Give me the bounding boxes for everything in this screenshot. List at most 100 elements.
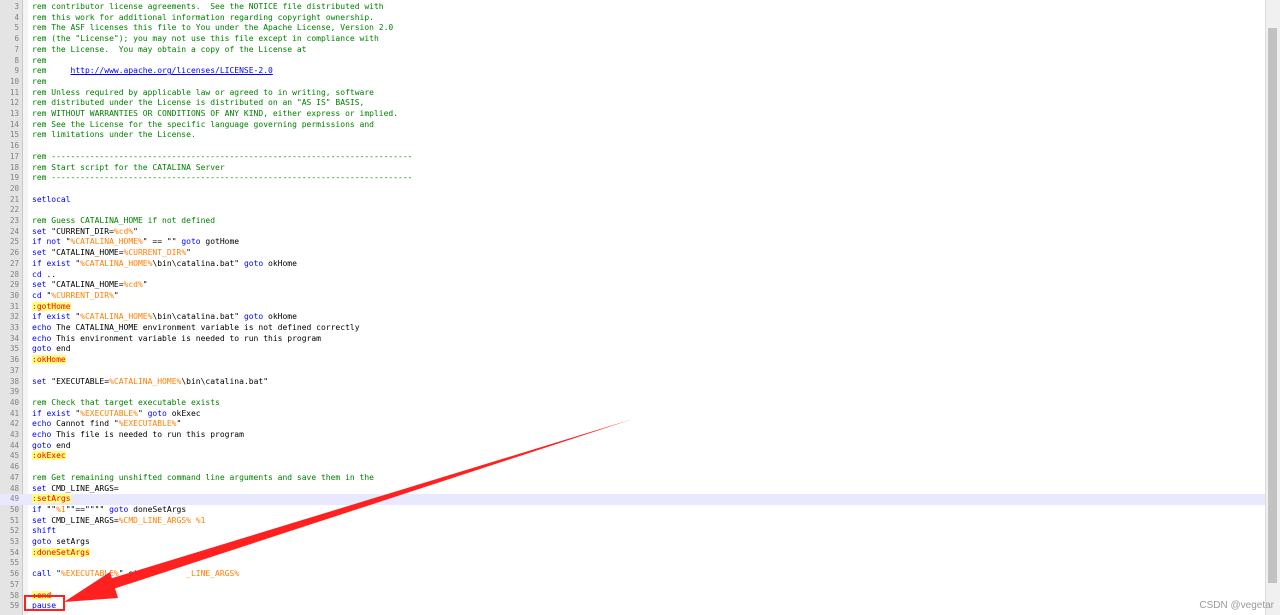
code-line[interactable]: 15 rem limitations under the License. xyxy=(0,130,1266,141)
code-line[interactable]: 25 if not "%CATALINA_HOME%" == "" goto go… xyxy=(0,237,1266,248)
code-line[interactable]: 50 if ""%1""=="""" goto doneSetArgs xyxy=(0,505,1266,516)
token-str: doneSetArgs xyxy=(128,504,187,514)
code-line[interactable]: 5 rem The ASF licenses this file to You u… xyxy=(0,23,1266,34)
code-line[interactable]: 8 rem xyxy=(0,56,1266,67)
text-editor[interactable]: 3 rem contributor license agreements. See… xyxy=(0,0,1280,615)
code-line[interactable]: 14 rem See the License for the specific l… xyxy=(0,120,1266,131)
code-line[interactable]: 41 if exist "%EXECUTABLE%" goto okExec xyxy=(0,409,1266,420)
line-number: 37 xyxy=(9,365,19,375)
token-rem: rem Start script for the CATALINA Server xyxy=(32,162,225,172)
line-number: 55 xyxy=(9,558,19,568)
code-line[interactable]: 20 xyxy=(0,184,1266,195)
line-number: 59 xyxy=(9,601,19,611)
code-line[interactable]: 51 set CMD_LINE_ARGS=%CMD_LINE_ARGS% %1 xyxy=(0,516,1266,527)
code-line[interactable]: 29 set "CATALINA_HOME=%cd%" xyxy=(0,280,1266,291)
code-line[interactable]: 22 xyxy=(0,205,1266,216)
line-number: 32 xyxy=(9,312,19,322)
token-str: .. xyxy=(41,269,57,279)
line-text: rem Guess CATALINA_HOME if not defined xyxy=(32,216,215,227)
code-line[interactable]: 56 call "%EXECUTABLE%" sta _LINE_ARGS% xyxy=(0,569,1266,580)
code-line[interactable]: 23 rem Guess CATALINA_HOME if not defined xyxy=(0,216,1266,227)
token-kw: goto xyxy=(243,258,264,268)
code-line[interactable]: 40 rem Check that target executable exist… xyxy=(0,398,1266,409)
code-area[interactable]: 3 rem contributor license agreements. See… xyxy=(0,0,1266,615)
line-text: :gotHome xyxy=(32,301,71,313)
code-line[interactable]: 49:setArgs xyxy=(0,494,1266,505)
code-line[interactable]: 33 echo The CATALINA_HOME environment var… xyxy=(0,323,1266,334)
token-label: :doneSetArgs xyxy=(32,547,90,557)
code-line[interactable]: 35 goto end xyxy=(0,344,1266,355)
token-str: CMD_LINE_ARGS= xyxy=(46,515,119,525)
code-line[interactable]: 28 cd .. xyxy=(0,270,1266,281)
code-line[interactable]: 11 rem Unless required by applicable law … xyxy=(0,88,1266,99)
token-str: "" xyxy=(41,504,57,514)
token-kw: goto xyxy=(32,440,52,450)
code-line[interactable]: 52 shift xyxy=(0,526,1266,537)
watermark: CSDN @vegetar xyxy=(1199,600,1274,611)
code-line[interactable]: 54:doneSetArgs xyxy=(0,547,1266,559)
token-label: :setArgs xyxy=(32,494,71,504)
vertical-scrollbar[interactable] xyxy=(1265,0,1280,615)
code-line[interactable]: 31:gotHome xyxy=(0,301,1266,313)
code-line[interactable]: 19 rem ----------------------------------… xyxy=(0,173,1266,184)
code-line[interactable]: 30 cd "%CURRENT_DIR%" xyxy=(0,291,1266,302)
code-line[interactable]: 46 xyxy=(0,462,1266,473)
line-number: 16 xyxy=(9,141,19,151)
code-line[interactable]: 18 rem Start script for the CATALINA Serv… xyxy=(0,163,1266,174)
line-number: 56 xyxy=(9,569,19,579)
code-line[interactable]: 21 setlocal xyxy=(0,195,1266,206)
token-str: "CURRENT_DIR= xyxy=(46,226,114,236)
code-line[interactable]: 13 rem WITHOUT WARRANTIES OR CONDITIONS O… xyxy=(0,109,1266,120)
code-line[interactable]: 42 echo Cannot find "%EXECUTABLE%" xyxy=(0,419,1266,430)
code-line[interactable]: 24 set "CURRENT_DIR=%cd%" xyxy=(0,227,1266,238)
code-line[interactable]: 3 rem contributor license agreements. See… xyxy=(0,2,1266,13)
token-var: %CMD_LINE_ARGS% %1 xyxy=(118,515,206,525)
line-number: 42 xyxy=(9,419,19,429)
token-str xyxy=(143,569,186,578)
line-number: 18 xyxy=(9,162,19,172)
code-line[interactable]: 17 rem ----------------------------------… xyxy=(0,152,1266,163)
code-line[interactable]: 7 rem the License. You may obtain a copy … xyxy=(0,45,1266,56)
code-line[interactable]: 47 rem Get remaining unshifted command li… xyxy=(0,473,1266,484)
line-text: rem ------------------------------------… xyxy=(32,152,413,163)
line-number: 3 xyxy=(14,2,19,11)
code-line[interactable]: 57 xyxy=(0,580,1266,591)
code-line[interactable]: 34 echo This environment variable is need… xyxy=(0,334,1266,345)
code-line[interactable]: 59 pause xyxy=(0,601,1266,612)
scrollbar-thumb[interactable] xyxy=(1268,28,1277,583)
code-line[interactable]: 38 set "EXECUTABLE=%CATALINA_HOME%\bin\ca… xyxy=(0,377,1266,388)
code-line[interactable]: 10 rem xyxy=(0,77,1266,88)
code-line[interactable]: 32 if exist "%CATALINA_HOME%\bin\catalina… xyxy=(0,312,1266,323)
code-line[interactable]: 27 if exist "%CATALINA_HOME%\bin\catalina… xyxy=(0,259,1266,270)
code-line[interactable]: 26 set "CATALINA_HOME=%CURRENT_DIR%" xyxy=(0,248,1266,259)
token-str: setArgs xyxy=(51,537,90,546)
token-var: %1 xyxy=(56,504,66,514)
code-line[interactable]: 39 xyxy=(0,387,1266,398)
code-line[interactable]: 37 xyxy=(0,366,1266,377)
code-line[interactable]: 4 rem this work for additional informatio… xyxy=(0,13,1266,24)
code-line[interactable]: 45:okExec xyxy=(0,451,1266,462)
code-line[interactable]: 9 rem http://www.apache.org/licenses/LICE… xyxy=(0,66,1266,77)
code-line[interactable]: 58:end xyxy=(0,590,1266,602)
code-line[interactable]: 55 xyxy=(0,558,1266,569)
token-kw: set xyxy=(32,248,47,258)
token-str: This file is needed to run this program xyxy=(51,430,244,439)
line-number: 22 xyxy=(9,205,19,215)
code-line[interactable]: 36:okHome xyxy=(0,355,1266,366)
token-kw: set xyxy=(32,515,47,525)
code-line[interactable]: 44 goto end xyxy=(0,441,1266,452)
code-line[interactable]: 53 goto setArgs xyxy=(0,537,1266,548)
line-number: 19 xyxy=(9,173,19,183)
code-line[interactable]: 6 rem (the "License"); you may not use th… xyxy=(0,34,1266,45)
code-line[interactable]: 48 set CMD_LINE_ARGS= xyxy=(0,484,1266,495)
line-number: 48 xyxy=(9,483,19,493)
code-line[interactable]: 12 rem distributed under the License is d… xyxy=(0,98,1266,109)
line-number: 9 xyxy=(14,66,19,76)
code-line[interactable]: 43 echo This file is needed to run this p… xyxy=(0,430,1266,441)
line-text: rem ------------------------------------… xyxy=(32,173,413,184)
line-number: 7 xyxy=(14,44,19,54)
line-number: 26 xyxy=(9,248,19,258)
code-line[interactable]: 16 xyxy=(0,141,1266,152)
token-str: " xyxy=(51,569,61,579)
token-kw: if exist xyxy=(32,258,71,268)
